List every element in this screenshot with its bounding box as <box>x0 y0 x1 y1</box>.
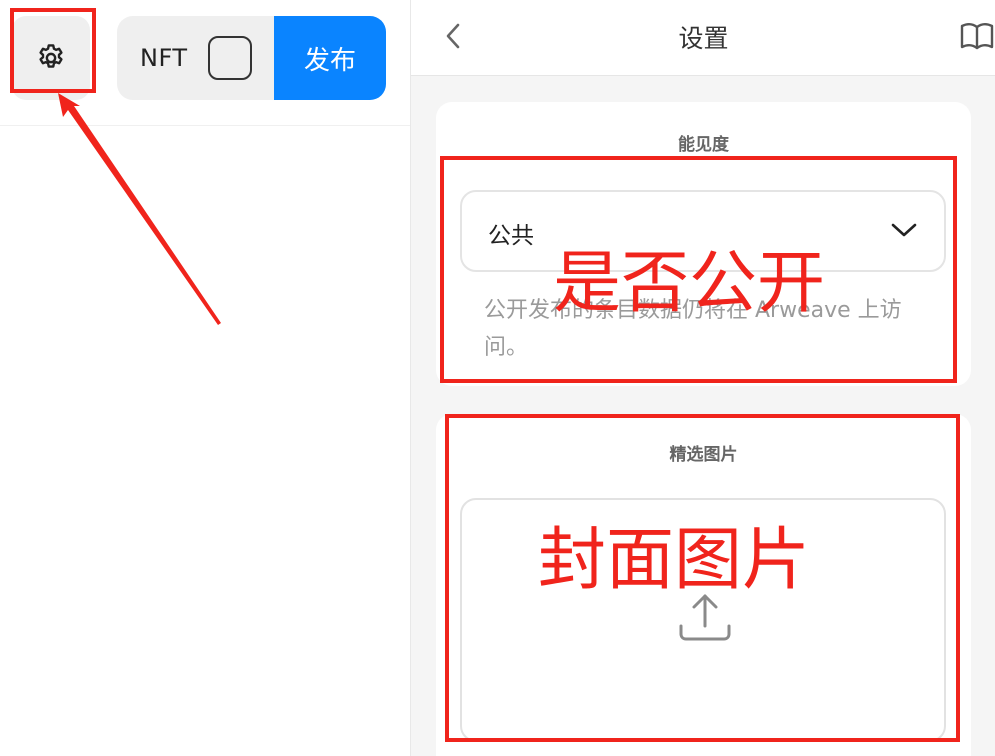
editor-pane: NFT 发布 <box>0 0 410 756</box>
toolbar-divider <box>0 125 410 126</box>
page-title: 设置 <box>678 24 729 53</box>
nft-label: NFT <box>140 44 188 72</box>
cover-annotation: 封面图片 <box>538 521 811 600</box>
visibility-title: 能见度 <box>678 135 729 155</box>
visibility-annotation: 是否公开 <box>553 244 826 323</box>
gear-icon <box>39 44 63 68</box>
publish-button[interactable]: 发布 <box>274 16 386 100</box>
chevron-down-icon <box>891 223 917 237</box>
settings-panel: 设置 能见度 公共 公开发布的条目数据仍将在 Arweave 上访问。 精选图片 <box>410 0 995 756</box>
nft-toggle[interactable]: NFT <box>117 16 274 100</box>
featured-image-title: 精选图片 <box>669 445 738 465</box>
nft-checkbox[interactable] <box>207 36 252 80</box>
visibility-value: 公共 <box>488 223 534 249</box>
settings-header: 设置 <box>411 0 995 76</box>
publish-action-group: NFT 发布 <box>117 16 386 100</box>
book-icon[interactable] <box>959 20 995 52</box>
settings-button[interactable] <box>12 16 90 100</box>
